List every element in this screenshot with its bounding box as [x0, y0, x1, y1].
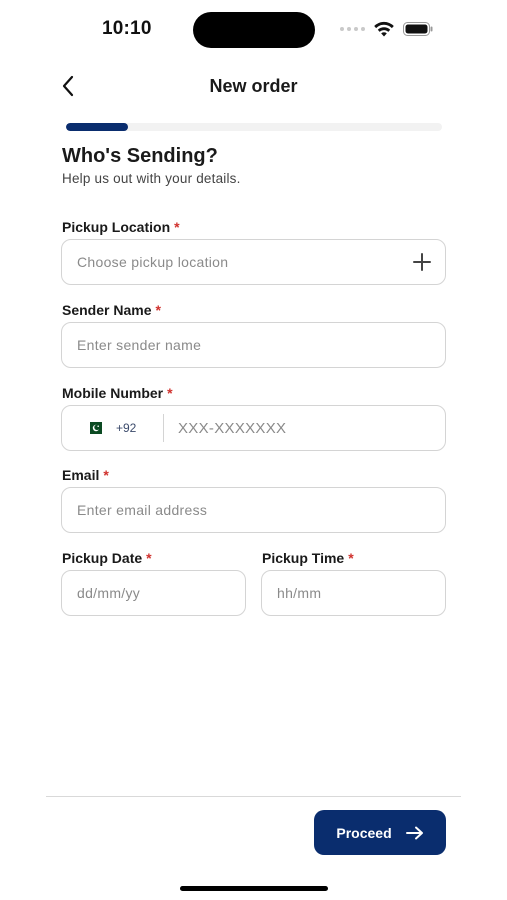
- required-mark: *: [146, 550, 152, 566]
- pickup-time-field[interactable]: [261, 570, 446, 616]
- section-subtitle: Help us out with your details.: [62, 171, 241, 186]
- status-bar: 10:10: [0, 0, 507, 60]
- dynamic-island: [193, 12, 315, 48]
- proceed-button[interactable]: Proceed: [314, 810, 446, 855]
- sender-name-field[interactable]: [61, 322, 446, 368]
- plus-icon[interactable]: [411, 251, 433, 273]
- status-time: 10:10: [102, 18, 152, 39]
- required-mark: *: [348, 550, 354, 566]
- email-label: Email *: [62, 467, 109, 483]
- pickup-location-input[interactable]: [62, 240, 445, 284]
- pickup-time-label: Pickup Time *: [262, 550, 354, 566]
- pickup-location-field[interactable]: [61, 239, 446, 285]
- dial-code: +92: [116, 421, 137, 435]
- arrow-right-icon: [405, 826, 423, 839]
- progress-fill: [66, 123, 129, 131]
- pickup-date-input[interactable]: [62, 571, 245, 615]
- progress-bar: [66, 123, 442, 131]
- required-mark: *: [155, 302, 161, 318]
- wifi-icon: [374, 21, 394, 37]
- sender-name-input[interactable]: [62, 323, 445, 367]
- mobile-number-label: Mobile Number *: [62, 385, 173, 401]
- email-input[interactable]: [62, 488, 445, 532]
- required-mark: *: [103, 467, 109, 483]
- status-icons: [340, 19, 433, 39]
- mobile-number-input[interactable]: [164, 406, 445, 450]
- battery-icon: [403, 22, 433, 36]
- email-field[interactable]: [61, 487, 446, 533]
- pickup-date-field[interactable]: [61, 570, 246, 616]
- pickup-location-label: Pickup Location *: [62, 219, 180, 235]
- pakistan-flag-icon: [86, 422, 102, 434]
- required-mark: *: [174, 219, 180, 235]
- sender-name-label: Sender Name *: [62, 302, 161, 318]
- mobile-number-field[interactable]: +92: [61, 405, 446, 451]
- country-code-selector[interactable]: +92: [62, 414, 164, 442]
- required-mark: *: [167, 385, 173, 401]
- pickup-time-input[interactable]: [262, 571, 445, 615]
- proceed-label: Proceed: [336, 824, 392, 841]
- header: New order: [0, 66, 507, 106]
- phone-input-wrapper: [164, 406, 445, 450]
- footer-divider: [46, 796, 461, 797]
- home-indicator: [180, 886, 328, 891]
- cellular-signal-icon: [340, 27, 365, 31]
- pickup-date-label: Pickup Date *: [62, 550, 152, 566]
- section-title: Who's Sending?: [62, 145, 218, 167]
- page-title: New order: [209, 76, 298, 96]
